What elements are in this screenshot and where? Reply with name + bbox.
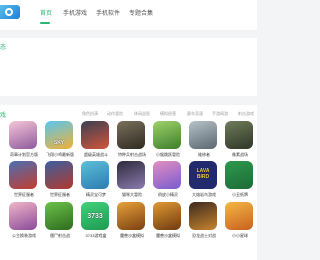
game-name: 僵尸射击战 [50, 233, 70, 238]
game-name: 公主换装游戏 [12, 233, 36, 238]
game-tile[interactable]: 像素战场 [225, 121, 255, 159]
game-icon [153, 202, 181, 230]
nav-item-mobile-games[interactable]: 手机游戏 [63, 10, 87, 18]
game-name: 精灵宝可梦 [86, 192, 106, 197]
game-tile[interactable]: 奇章计划官方版 [9, 121, 39, 159]
game-tile[interactable]: 僵尸射击战 [45, 202, 75, 240]
game-icon [117, 202, 145, 230]
nav-item-topics[interactable]: 专题合集 [129, 10, 153, 18]
tab-action[interactable]: 动作冒险 [107, 111, 123, 117]
game-tile[interactable]: 维修者 [189, 121, 219, 159]
tab-rpg[interactable]: 角色扮演 [82, 111, 98, 117]
game-icon [9, 161, 37, 189]
nav-item-mobile-software[interactable]: 手机软件 [96, 10, 120, 18]
game-name: 猫咪大冒险 [122, 192, 142, 197]
game-icon [225, 161, 253, 189]
game-name: 小小星球 [232, 233, 248, 238]
game-icon [9, 202, 37, 230]
top-header: 首页 手机游戏 手机软件 专题合集 [0, 0, 257, 30]
category-tabs: 角色扮演 动作冒险 休闲益智 模拟经营 赛车竞速 手游网游 射击游戏 [0, 111, 257, 119]
game-icon [45, 202, 73, 230]
game-tile[interactable]: 俏皮小精灵 [153, 161, 183, 199]
game-name: 超级英雄战斗 [84, 152, 108, 157]
game-tile[interactable]: 世界征服者 [9, 161, 39, 199]
game-icon [153, 161, 181, 189]
tab-casual[interactable]: 休闲益智 [134, 111, 150, 117]
banner-label: 态 [0, 45, 7, 51]
game-name: 维修者 [198, 152, 210, 157]
game-name: 飞翔小鸡最新版 [46, 152, 74, 157]
game-name: 魔兽沙盒模拟 [156, 233, 180, 238]
game-tile[interactable]: 猫咪大冒险 [117, 161, 147, 199]
game-name: 魔兽沙盒模拟 [120, 233, 144, 238]
game-icon: 3733 [81, 202, 109, 230]
game-name: 世界征服者 [14, 192, 34, 197]
game-name: 奇章计划官方版 [10, 152, 38, 157]
game-tile[interactable]: 小丑纸牌 [225, 161, 255, 199]
game-name: 小猴跳跃冒险 [156, 152, 180, 157]
game-name: 恐龙战士对战 [192, 233, 216, 238]
game-section: 戏 角色扮演 动作冒险 休闲益智 模拟经营 赛车竞速 手游网游 射击游戏 奇章计… [0, 105, 257, 260]
game-name: 世界征服者 [50, 192, 70, 197]
nav-active-indicator [40, 22, 50, 24]
game-tile[interactable]: 恐龙战士对战 [189, 202, 219, 240]
tab-racing[interactable]: 赛车竞速 [187, 111, 203, 117]
game-icon [117, 121, 145, 149]
game-name: 特种兵射击战场 [118, 152, 146, 157]
game-icon [81, 161, 109, 189]
game-tile[interactable]: 小猴跳跃冒险 [153, 121, 183, 159]
game-tile[interactable]: 魔兽沙盒模拟 [117, 202, 147, 240]
game-tile[interactable]: 小小星球 [225, 202, 255, 240]
game-tile[interactable]: SKY 飞翔小鸡最新版 [45, 121, 75, 159]
game-name: 3733游戏盒 [85, 233, 107, 238]
main-nav: 首页 手机游戏 手机软件 专题合集 [0, 10, 257, 26]
game-icon [81, 121, 109, 149]
game-icon [153, 121, 181, 149]
tab-online[interactable]: 手游网游 [212, 111, 228, 117]
game-icon [189, 121, 217, 149]
game-icon [9, 121, 37, 149]
game-icon [225, 202, 253, 230]
game-icon: SKY [45, 121, 73, 149]
game-name: 像素战场 [232, 152, 248, 157]
game-icon [45, 161, 73, 189]
game-tile[interactable]: 超级英雄战斗 [81, 121, 111, 159]
banner-panel: 态 [0, 38, 257, 96]
tab-shooter[interactable]: 射击游戏 [238, 111, 254, 117]
game-icon: LAVA BIRD [189, 161, 217, 189]
game-name: 大熔岩鸟游戏 [192, 192, 216, 197]
game-icon [117, 161, 145, 189]
game-tile[interactable]: 魔兽沙盒模拟 [153, 202, 183, 240]
game-name: 小丑纸牌 [232, 192, 248, 197]
game-tile[interactable]: 公主换装游戏 [9, 202, 39, 240]
tab-simulation[interactable]: 模拟经营 [160, 111, 176, 117]
nav-item-home[interactable]: 首页 [40, 10, 52, 18]
game-tile[interactable]: LAVA BIRD 大熔岩鸟游戏 [189, 161, 219, 199]
game-icon [225, 121, 253, 149]
game-name: 俏皮小精灵 [158, 192, 178, 197]
game-tile[interactable]: 世界征服者 [45, 161, 75, 199]
game-tile[interactable]: 3733 3733游戏盒 [81, 202, 111, 240]
game-tile[interactable]: 特种兵射击战场 [117, 121, 147, 159]
game-icon [189, 202, 217, 230]
game-tile[interactable]: 精灵宝可梦 [81, 161, 111, 199]
